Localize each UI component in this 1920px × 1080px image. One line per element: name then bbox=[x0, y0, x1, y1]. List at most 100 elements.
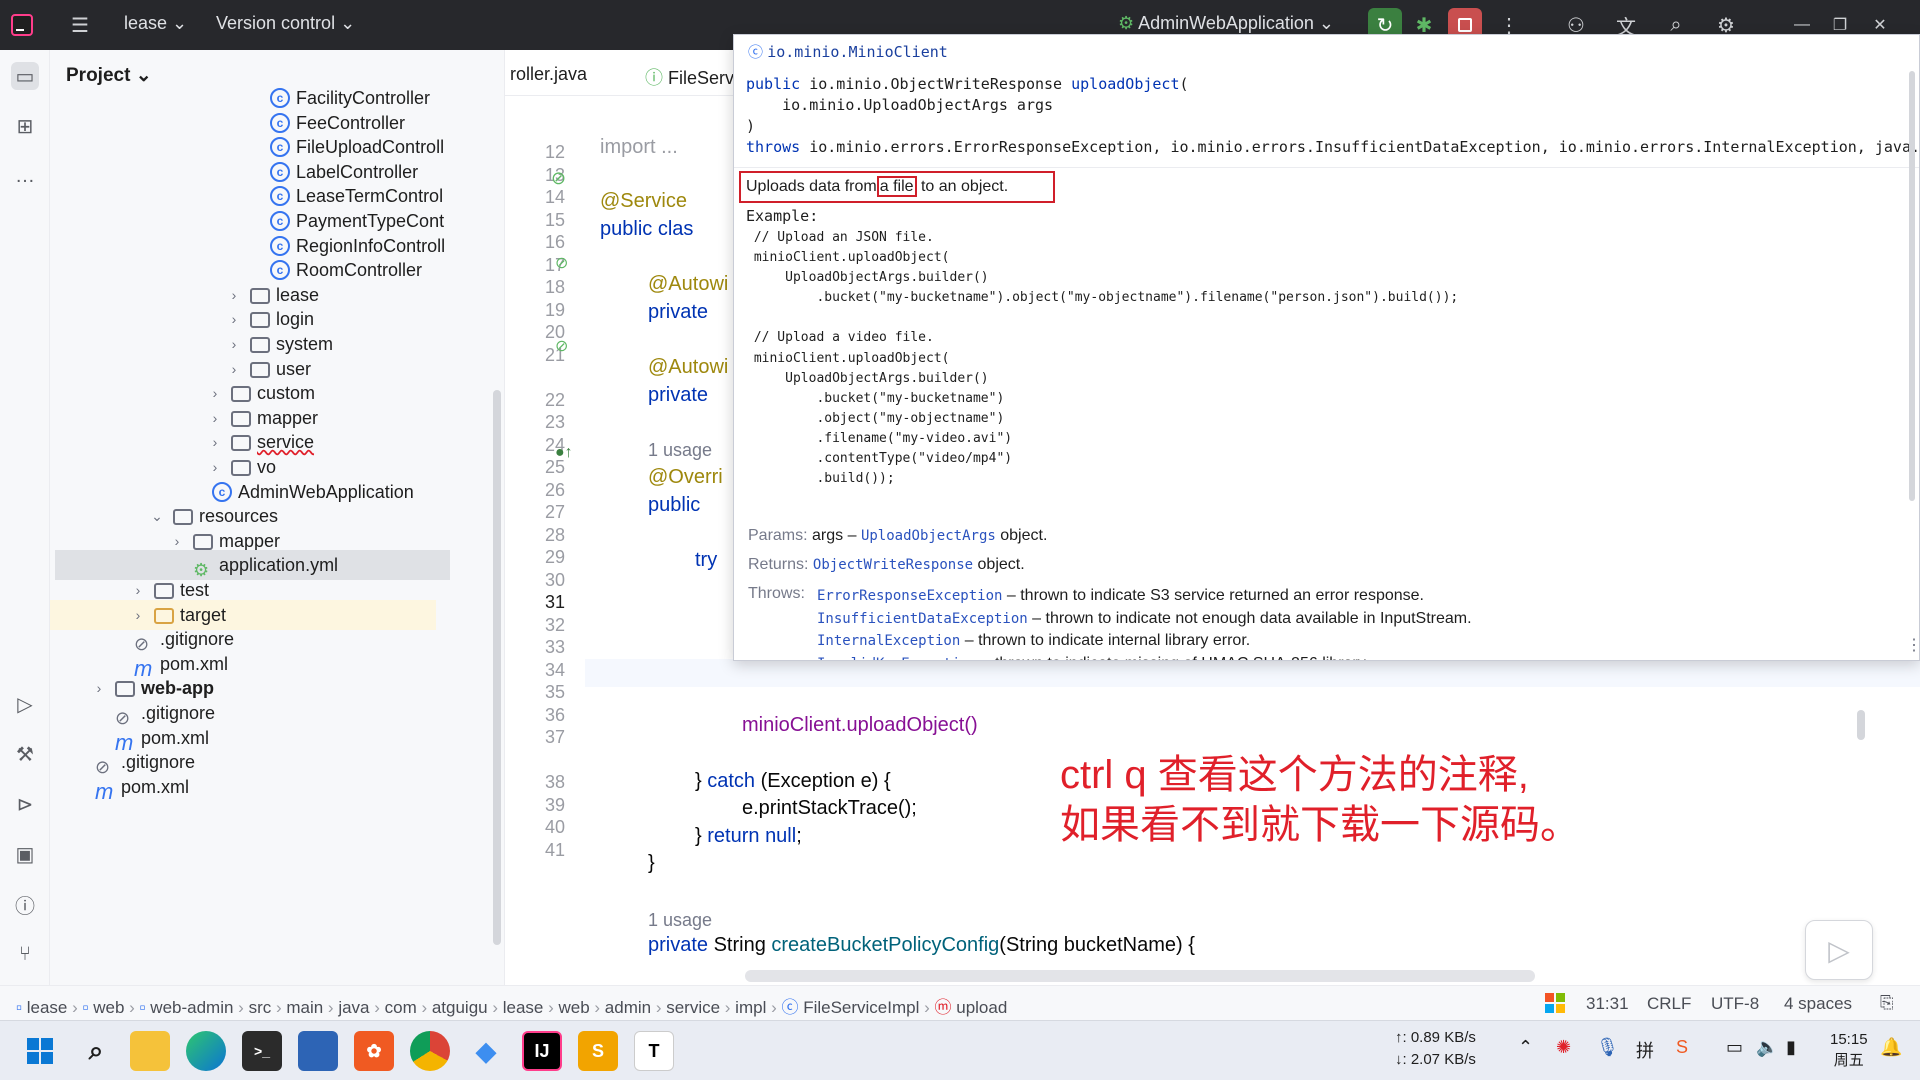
network-speed: ↑: 0.89 KB/s ↓: 2.07 KB/s bbox=[1395, 1027, 1476, 1071]
sublime-icon[interactable]: S bbox=[578, 1031, 618, 1071]
doc-scrollbar[interactable] bbox=[1909, 71, 1915, 501]
breadcrumb-item[interactable]: admin bbox=[605, 998, 651, 1017]
run-tool-icon[interactable]: ▷ bbox=[11, 690, 39, 718]
tree-item[interactable]: ⚙ application.yml bbox=[55, 550, 450, 581]
breadcrumb-label: web bbox=[558, 998, 590, 1017]
chevron-down-icon[interactable]: ⌄ bbox=[149, 501, 165, 531]
breadcrumb-item[interactable]: impl bbox=[735, 998, 766, 1017]
store-icon[interactable] bbox=[298, 1031, 338, 1071]
bean-gutter-icon[interactable]: ⊘ bbox=[551, 168, 566, 189]
breadcrumb-item[interactable]: ⓜ upload bbox=[935, 998, 1008, 1017]
exception-description: – thrown to indicate not enough data ava… bbox=[1027, 609, 1472, 627]
structure-icon[interactable]: ⊞ bbox=[11, 112, 39, 140]
file-encoding[interactable]: UTF-8 bbox=[1711, 994, 1759, 1014]
exception-link[interactable]: InsufficientDataException bbox=[817, 611, 1028, 627]
breadcrumb-item[interactable]: java bbox=[338, 998, 369, 1017]
line-number: 16 bbox=[544, 232, 565, 252]
volume-icon[interactable]: 🔈 bbox=[1756, 1037, 1778, 1058]
search-taskbar-icon[interactable]: ⌕ bbox=[76, 1031, 116, 1071]
run-config-selector[interactable]: ⚙ AdminWebApplication ⌄ bbox=[1118, 13, 1334, 34]
breadcrumb-item[interactable]: lease bbox=[503, 998, 544, 1017]
breadcrumb-item[interactable]: atguigu bbox=[432, 998, 488, 1017]
breadcrumb-label: FileServiceImpl bbox=[803, 998, 920, 1017]
video-play-icon[interactable]: ▷ bbox=[1805, 920, 1873, 980]
breadcrumb-item[interactable]: main bbox=[286, 998, 323, 1017]
class-icon: c bbox=[270, 211, 290, 231]
editor-tab-fileservice[interactable]: ⓘ FileServ bbox=[645, 64, 734, 90]
edge-browser-icon[interactable] bbox=[186, 1031, 226, 1071]
project-panel: Project ⌄ c FacilityController c FeeControl… bbox=[50, 50, 505, 985]
terminal-icon[interactable]: ▣ bbox=[11, 840, 39, 868]
indent-setting[interactable]: 4 spaces bbox=[1784, 994, 1852, 1014]
breadcrumb-label: src bbox=[248, 998, 272, 1017]
breadcrumb-item[interactable]: ▫ lease bbox=[16, 998, 67, 1017]
editor-tab-bar: roller.java ⓘ FileServ bbox=[505, 50, 745, 96]
chrome-icon[interactable] bbox=[410, 1031, 450, 1071]
status-bar: ▫ lease › ▫ web › ▫ web-admin › src › ma… bbox=[0, 985, 1920, 1020]
clock[interactable]: 15:15 周五 bbox=[1830, 1029, 1868, 1071]
notification-bell-icon[interactable]: 🔔 bbox=[1880, 1037, 1902, 1058]
tray-app-icon[interactable]: ✺ bbox=[1556, 1037, 1571, 1058]
line-number: 31 bbox=[544, 592, 565, 612]
module-icon: ▫ bbox=[139, 998, 151, 1017]
vcs-menu[interactable]: Version control ⌄ bbox=[216, 13, 355, 34]
exception-link[interactable]: InvalidKeyException bbox=[817, 656, 977, 661]
problems-icon[interactable]: ⓘ bbox=[11, 890, 39, 918]
editor-horizontal-scrollbar[interactable] bbox=[745, 970, 1535, 982]
services-icon[interactable]: ⊳ bbox=[11, 790, 39, 818]
breadcrumb-item[interactable]: ▫ web bbox=[83, 998, 125, 1017]
tray-s-icon[interactable]: S bbox=[1676, 1037, 1688, 1058]
chevron-right-icon[interactable]: › bbox=[91, 673, 107, 703]
usage-hint[interactable]: 1 usage bbox=[648, 440, 712, 461]
breadcrumb-item[interactable]: service bbox=[666, 998, 720, 1017]
code-line-12: import ... bbox=[600, 136, 678, 158]
tree-item-label: pom.xml bbox=[121, 776, 190, 797]
ime-icon[interactable]: 拼 bbox=[1636, 1037, 1654, 1063]
readonly-lock-icon[interactable]: ⎘ bbox=[1880, 993, 1894, 1013]
project-panel-title[interactable]: Project ⌄ bbox=[66, 64, 152, 87]
app-orange-icon[interactable]: ✿ bbox=[354, 1031, 394, 1071]
breadcrumb-item[interactable]: web bbox=[558, 998, 589, 1017]
breadcrumb-item[interactable]: ⓒ FileServiceImpl bbox=[781, 998, 919, 1017]
project-selector[interactable]: lease ⌄ bbox=[124, 13, 187, 34]
breadcrumb-item[interactable]: src bbox=[249, 998, 272, 1017]
terminal-taskbar-icon[interactable]: >_ bbox=[242, 1031, 282, 1071]
exception-description: – thrown to indicate missing of HMAC SHA… bbox=[977, 655, 1369, 661]
tray-chevron-icon[interactable]: ⌃ bbox=[1518, 1037, 1533, 1058]
more-tools-icon[interactable]: … bbox=[11, 162, 39, 190]
breadcrumb-item[interactable]: ▫ web-admin bbox=[140, 998, 234, 1017]
exception-link[interactable]: ErrorResponseException bbox=[817, 588, 1002, 604]
breadcrumb-item[interactable]: com bbox=[385, 998, 417, 1017]
git-icon[interactable]: ⑂ bbox=[11, 940, 39, 968]
line-ending[interactable]: CRLF bbox=[1647, 994, 1691, 1014]
file-explorer-icon[interactable] bbox=[130, 1031, 170, 1071]
intellij-taskbar-icon[interactable]: IJ bbox=[522, 1031, 562, 1071]
autowired-gutter-icon[interactable]: ⊘ bbox=[555, 253, 568, 273]
editor-tab[interactable]: roller.java bbox=[510, 64, 587, 85]
tree-scrollbar[interactable] bbox=[493, 390, 501, 945]
ide-logo-icon[interactable] bbox=[8, 11, 36, 39]
exception-link[interactable]: InternalException bbox=[817, 633, 960, 649]
override-gutter-icon[interactable]: ●↑ bbox=[555, 444, 573, 462]
project-folder-icon[interactable]: ▭ bbox=[11, 62, 39, 90]
autowired-gutter-icon-2[interactable]: ⊘ bbox=[555, 336, 568, 356]
doc-returns: Returns: ObjectWriteResponse object. bbox=[748, 556, 1025, 573]
tree-item[interactable]: › target bbox=[50, 599, 436, 630]
doc-options-icon[interactable]: ⋮ bbox=[1906, 635, 1919, 655]
app-diamond-icon[interactable]: ◆ bbox=[466, 1031, 506, 1071]
network-icon[interactable]: ▭ bbox=[1726, 1037, 1743, 1058]
microphone-icon[interactable]: 🎙 bbox=[1596, 1037, 1619, 1058]
tree-item[interactable]: m pom.xml bbox=[95, 772, 190, 804]
module-icon: ▫ bbox=[82, 998, 94, 1017]
main-menu-icon[interactable]: ☰ bbox=[66, 11, 94, 39]
windows-logo-icon[interactable] bbox=[1545, 993, 1565, 1013]
quick-documentation-popup[interactable]: ⓒ io.minio.MinioClient public io.minio.O… bbox=[733, 34, 1920, 661]
typora-icon[interactable]: T bbox=[634, 1031, 674, 1071]
editor-scrollbar[interactable] bbox=[1857, 710, 1865, 740]
start-windows-icon[interactable] bbox=[20, 1031, 60, 1071]
build-hammer-icon[interactable]: ⚒ bbox=[11, 740, 39, 768]
battery-icon[interactable]: ▮ bbox=[1786, 1037, 1796, 1058]
usage-hint-2[interactable]: 1 usage bbox=[648, 910, 712, 931]
line-number: 29 bbox=[544, 547, 565, 567]
cursor-position[interactable]: 31:31 bbox=[1586, 994, 1629, 1014]
